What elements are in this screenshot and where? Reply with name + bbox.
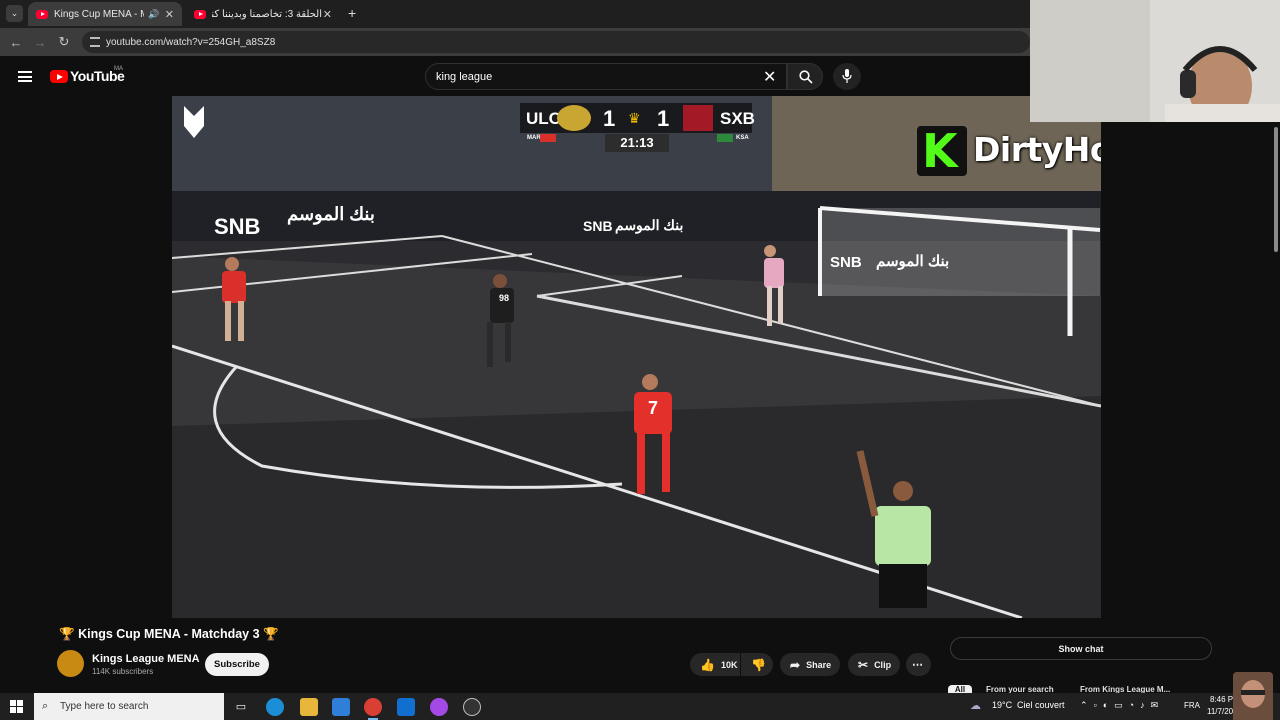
like-button[interactable]: 👍 10K: [690, 653, 740, 676]
microphone-icon: [842, 69, 852, 83]
subscriber-count: 114K subscribers: [92, 667, 154, 676]
jersey-number-98: 98: [499, 293, 510, 303]
streamer-webcam: [1030, 0, 1280, 122]
more-actions-button[interactable]: ⋯: [906, 653, 931, 676]
corner-cam-scene: [1233, 672, 1273, 720]
taskbar-search-placeholder: Type here to search: [60, 701, 149, 712]
obs-icon[interactable]: [463, 698, 481, 716]
subscribe-button[interactable]: Subscribe: [205, 653, 269, 676]
ad-board-arabic-2: بنك الموسم: [615, 217, 684, 233]
new-tab-button[interactable]: +: [348, 5, 356, 21]
search-button[interactable]: [787, 63, 823, 90]
close-tab-icon[interactable]: ✕: [165, 8, 174, 21]
youtube-logo-icon[interactable]: [50, 70, 68, 83]
thumbs-up-icon: 👍: [700, 657, 715, 672]
country-code: MA: [114, 66, 123, 72]
site-info-icon[interactable]: [90, 37, 100, 47]
show-chat-button[interactable]: Show chat: [950, 637, 1212, 660]
home-team-name: ULC: [526, 109, 561, 128]
url-text: youtube.com/watch?v=254GH_a8SZ8: [106, 36, 276, 48]
ad-board-snb-goal: SNB: [830, 254, 862, 271]
scissors-icon: ✂: [858, 657, 869, 672]
tab-title: Kings Cup MENA - Matc: [54, 8, 144, 20]
video-title-text: Kings Cup MENA - Matchday 3: [78, 627, 260, 641]
ad-board-arabic: بنك الموسم: [287, 204, 375, 224]
weather-temperature[interactable]: 19°C: [992, 700, 1012, 710]
corner-webcam-thumbnail: [1233, 672, 1273, 720]
chrome-icon[interactable]: [364, 698, 382, 720]
trophy-icon: 🏆: [59, 627, 75, 641]
clear-search-icon[interactable]: ✕: [763, 67, 776, 87]
away-score: 1: [657, 106, 670, 131]
address-bar: ← → ↻ youtube.com/watch?v=254GH_a8SZ8: [0, 28, 1030, 56]
share-button[interactable]: ➦ Share: [780, 653, 840, 676]
close-tab-icon[interactable]: ✕: [323, 8, 332, 21]
side-panel: [1101, 122, 1280, 618]
youtube-header: YouTube MA king league ✕: [0, 56, 1030, 96]
tab-kings-cup[interactable]: Kings Cup MENA - Matc 🔊 ✕: [28, 2, 182, 26]
home-team-crest-icon: [557, 105, 591, 131]
windows-start-icon[interactable]: [10, 700, 23, 713]
webcam-scene: [1030, 0, 1280, 122]
away-color-bar: [717, 134, 733, 142]
ad-board-snb: SNB: [214, 214, 261, 239]
weather-description[interactable]: Ciel couvert: [1017, 700, 1065, 710]
messenger-icon[interactable]: [430, 698, 448, 716]
search-input[interactable]: king league: [425, 63, 787, 90]
clip-label: Clip: [874, 659, 892, 670]
back-arrow-icon[interactable]: ←: [4, 35, 28, 50]
dislike-button[interactable]: 👎: [741, 653, 773, 676]
share-label: Share: [806, 659, 832, 670]
tab-search-button[interactable]: ⌄: [6, 5, 23, 22]
like-count: 10K: [720, 659, 738, 670]
search-icon: [799, 70, 813, 84]
away-team-crest-icon: [683, 105, 713, 131]
ad-board-arabic-goal: بنك الموسم: [876, 253, 950, 270]
more-dots-icon: ⋯: [912, 659, 923, 671]
youtube-favicon-icon: [36, 9, 48, 19]
system-tray-icons[interactable]: ⌃▫◐▭◔♪✉: [1080, 700, 1164, 711]
task-view-icon[interactable]: ▭: [232, 698, 250, 716]
edge-browser-icon[interactable]: [266, 698, 284, 716]
speaker-icon[interactable]: 🔊: [148, 9, 159, 20]
reload-icon[interactable]: ↻: [52, 34, 76, 50]
home-country: MAR: [527, 135, 541, 141]
thumbs-down-icon: 👎: [751, 657, 766, 672]
outlook-icon[interactable]: [397, 698, 415, 716]
channel-name[interactable]: Kings League MENA: [92, 653, 200, 665]
youtube-favicon-icon: [194, 9, 206, 19]
tab-title: الحلقة 3: تخاصمنا وبديننا كنضاربو: [212, 8, 322, 20]
home-color-bar: [540, 134, 556, 142]
video-title: 🏆 Kings Cup MENA - Matchday 3 🏆: [59, 627, 279, 642]
url-field[interactable]: youtube.com/watch?v=254GH_a8SZ8: [82, 31, 1030, 53]
match-clock: 21:13: [605, 134, 669, 152]
jersey-number-7: 7: [648, 398, 659, 418]
file-explorer-icon[interactable]: [300, 698, 318, 716]
home-score: 1: [603, 106, 616, 131]
page-scrollbar[interactable]: [1272, 122, 1280, 262]
channel-avatar[interactable]: [57, 650, 84, 677]
search-icon: ⌕: [42, 700, 49, 712]
ad-board-snb-2: SNB: [583, 218, 613, 234]
crown-icon: ♛: [628, 110, 641, 126]
away-team-name: SXB: [720, 109, 755, 128]
tab-episode-3[interactable]: الحلقة 3: تخاصمنا وبديننا كنضاربو ✕: [186, 2, 340, 26]
trophy-icon: 🏆: [263, 627, 279, 641]
forward-arrow-icon[interactable]: →: [28, 35, 52, 50]
hamburger-menu-icon[interactable]: [18, 71, 32, 82]
away-country: KSA: [736, 135, 749, 141]
voice-search-button[interactable]: [833, 63, 861, 90]
weather-cloud-icon[interactable]: ☁: [970, 699, 981, 712]
scrollbar-thumb[interactable]: [1274, 127, 1278, 252]
input-language[interactable]: FRA: [1184, 701, 1200, 710]
share-arrow-icon: ➦: [790, 657, 801, 672]
clip-button[interactable]: ✂ Clip: [848, 653, 900, 676]
browser-tab-bar: ⌄ Kings Cup MENA - Matc 🔊 ✕ الحلقة 3: تخ…: [0, 0, 1030, 28]
taskbar-search-input[interactable]: ⌕ Type here to search: [34, 693, 224, 720]
microsoft-store-icon[interactable]: [332, 698, 350, 716]
kick-logo-icon: [917, 124, 967, 178]
